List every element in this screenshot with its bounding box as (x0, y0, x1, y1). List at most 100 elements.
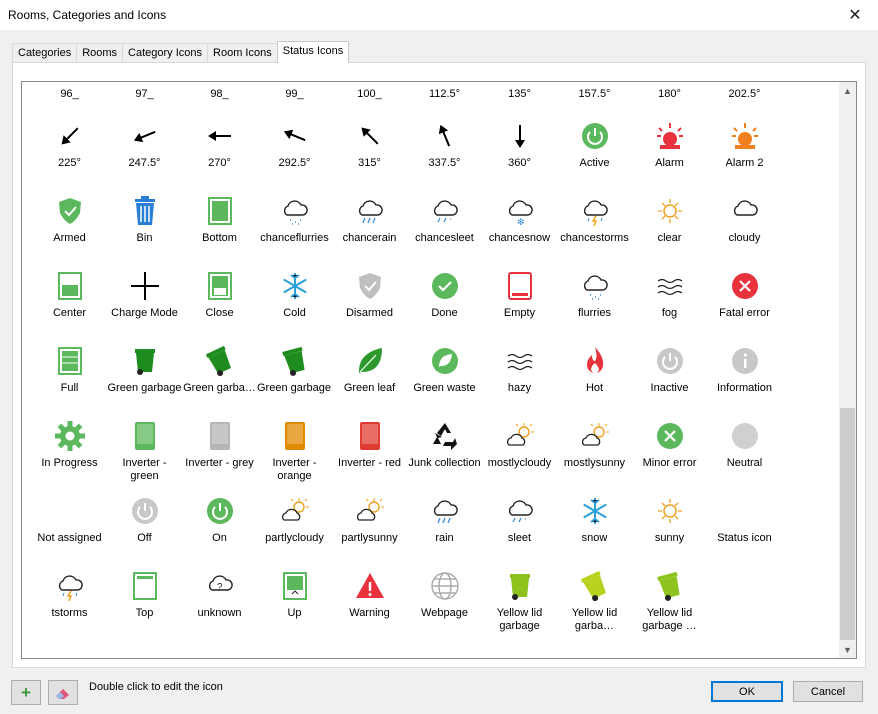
icon-list-item[interactable]: On (182, 485, 257, 560)
icon-list-item[interactable]: chanceflurries (257, 185, 332, 260)
icon-list-item[interactable]: ? unknown (182, 560, 257, 635)
icon-list-item[interactable]: flurries (557, 260, 632, 335)
icon-list-item[interactable]: 157.5° (557, 88, 632, 108)
vertical-scrollbar[interactable]: ▲ ▼ (839, 82, 856, 658)
icon-list-item[interactable]: 135° (482, 88, 557, 108)
scroll-down-icon[interactable]: ▼ (839, 641, 856, 658)
icon-list-item[interactable]: Information (707, 335, 782, 410)
icon-list-item[interactable]: Off (107, 485, 182, 560)
icon-list-item[interactable]: Empty (482, 260, 557, 335)
icon-list-item[interactable]: Done (407, 260, 482, 335)
icon-list-item[interactable]: Inverter - red (332, 410, 407, 485)
eraser-button[interactable] (48, 680, 78, 705)
icon-list-item[interactable]: 247.5° (107, 110, 182, 185)
icon-list-item[interactable]: Bottom (182, 185, 257, 260)
tab-status-icons[interactable]: Status Icons (276, 41, 350, 63)
icon-list-item[interactable]: 292.5° (257, 110, 332, 185)
icon-list-item[interactable]: Inactive (632, 335, 707, 410)
icon-list-item[interactable]: Center (32, 260, 107, 335)
icon-label: Off (137, 532, 152, 544)
icon-list-item[interactable]: chancerain (332, 185, 407, 260)
icon-list-item[interactable]: 97_ (107, 88, 182, 108)
icon-list-item[interactable]: Inverter - grey (182, 410, 257, 485)
icon-list-item[interactable]: Cold (257, 260, 332, 335)
icon-list-item[interactable]: Alarm 2 (707, 110, 782, 185)
icon-list-item[interactable]: 270° (182, 110, 257, 185)
icon-list-item[interactable]: Not assigned (32, 485, 107, 560)
icon-list-item[interactable]: Status icon (707, 485, 782, 560)
icon-list-item[interactable]: Green garbage … (257, 335, 332, 410)
icon-list-item[interactable]: sleet (482, 485, 557, 560)
scroll-thumb[interactable] (840, 408, 855, 640)
icon-list-item[interactable]: sunny (632, 485, 707, 560)
icon-list-item[interactable]: Hot (557, 335, 632, 410)
icon-list-item[interactable]: Up (257, 560, 332, 635)
icon-list-item[interactable]: 98_ (182, 88, 257, 108)
icon-list-item[interactable]: Green garbage (107, 335, 182, 410)
icon-list-item[interactable]: clear (632, 185, 707, 260)
ok-button[interactable]: OK (711, 681, 783, 702)
none-icon (729, 495, 761, 527)
cloud-question-icon: ? (204, 570, 236, 602)
icon-list[interactable]: 96_ 97_ 98_ 99_ 100_ 112.5° 135° 157.5° 180° 202.… (21, 81, 857, 659)
icon-list-item[interactable]: 315° (332, 110, 407, 185)
icon-list-item[interactable]: Junk collection (407, 410, 482, 485)
icon-list-item[interactable]: Disarmed (332, 260, 407, 335)
icon-list-item[interactable]: tstorms (32, 560, 107, 635)
tab-category-icons[interactable]: Category Icons (122, 43, 209, 63)
icon-list-item[interactable]: In Progress (32, 410, 107, 485)
icon-list-item[interactable]: fog (632, 260, 707, 335)
icon-list-item[interactable]: 112.5° (407, 88, 482, 108)
icon-list-item[interactable]: Yellow lid garbage … (632, 560, 707, 635)
add-button[interactable]: + (11, 680, 41, 705)
icon-list-item[interactable]: 99_ (257, 88, 332, 108)
icon-list-item[interactable]: Minor error (632, 410, 707, 485)
icon-list-item[interactable]: chancesleet (407, 185, 482, 260)
scroll-up-icon[interactable]: ▲ (839, 82, 856, 99)
icon-list-item[interactable]: mostlysunny (557, 410, 632, 485)
icon-list-item[interactable]: snow (557, 485, 632, 560)
icon-list-item[interactable]: 360° (482, 110, 557, 185)
icon-list-item[interactable]: Webpage (407, 560, 482, 635)
icon-list-item[interactable]: Alarm (632, 110, 707, 185)
icon-list-item[interactable]: 337.5° (407, 110, 482, 185)
icon-list-item[interactable]: Green leaf (332, 335, 407, 410)
icon-list-item[interactable]: Inverter - orange (257, 410, 332, 485)
tab-rooms[interactable]: Rooms (76, 43, 124, 63)
icon-list-item[interactable]: 225° (32, 110, 107, 185)
icon-list-item[interactable]: 100_ (332, 88, 407, 108)
close-icon[interactable]: ✕ (832, 0, 878, 30)
empty-red-icon (504, 270, 536, 302)
icon-list-item[interactable]: Armed (32, 185, 107, 260)
icon-label: 157.5° (578, 88, 611, 100)
icon-list-item[interactable]: ✻ chancesnow (482, 185, 557, 260)
icon-list-item[interactable]: chancestorms (557, 185, 632, 260)
icon-list-item[interactable]: partlycloudy (257, 485, 332, 560)
icon-list-item[interactable]: Fatal error (707, 260, 782, 335)
arrow-360-icon (504, 120, 536, 152)
cancel-button[interactable]: Cancel (793, 681, 863, 702)
icon-list-item[interactable]: Green garba… (182, 335, 257, 410)
icon-list-item[interactable]: 180° (632, 88, 707, 108)
icon-list-item[interactable]: Yellow lid garba… (557, 560, 632, 635)
icon-list-item[interactable]: Top (107, 560, 182, 635)
icon-list-item[interactable]: rain (407, 485, 482, 560)
icon-list-item[interactable]: Close (182, 260, 257, 335)
icon-list-item[interactable]: Green waste (407, 335, 482, 410)
icon-list-item[interactable]: cloudy (707, 185, 782, 260)
icon-list-item[interactable]: Warning (332, 560, 407, 635)
icon-list-item[interactable]: Yellow lid garbage (482, 560, 557, 635)
tab-room-icons[interactable]: Room Icons (207, 43, 278, 63)
icon-list-item[interactable]: Bin (107, 185, 182, 260)
icon-list-item[interactable]: partlysunny (332, 485, 407, 560)
icon-list-item[interactable]: Full (32, 335, 107, 410)
tab-categories[interactable]: Categories (12, 43, 78, 63)
icon-list-item[interactable]: 96_ (32, 88, 107, 108)
icon-list-item[interactable]: Neutral (707, 410, 782, 485)
icon-list-item[interactable]: mostlycloudy (482, 410, 557, 485)
icon-list-item[interactable]: Active (557, 110, 632, 185)
icon-list-item[interactable]: Inverter - green (107, 410, 182, 485)
icon-list-item[interactable]: hazy (482, 335, 557, 410)
icon-list-item[interactable]: Charge Mode (107, 260, 182, 335)
icon-list-item[interactable]: 202.5° (707, 88, 782, 108)
